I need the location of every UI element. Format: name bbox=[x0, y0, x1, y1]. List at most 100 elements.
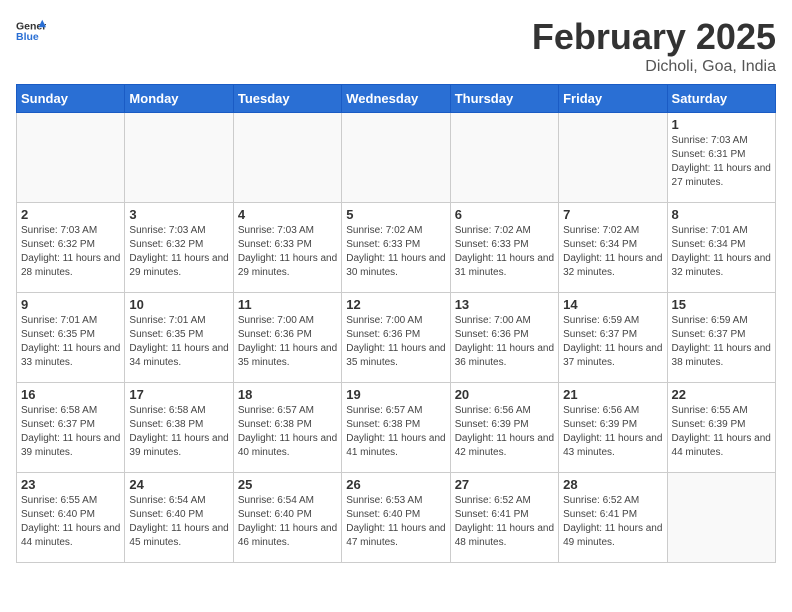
day-info: Sunrise: 6:56 AM Sunset: 6:39 PM Dayligh… bbox=[563, 404, 662, 460]
calendar-cell: 23 Sunrise: 6:55 AM Sunset: 6:40 PM Dayli… bbox=[17, 473, 125, 563]
calendar-cell: 6 Sunrise: 7:02 AM Sunset: 6:33 PM Daylig… bbox=[450, 203, 558, 293]
calendar-week-row: 9 Sunrise: 7:01 AM Sunset: 6:35 PM Daylig… bbox=[17, 293, 776, 383]
logo-icon: General Blue bbox=[16, 16, 46, 46]
calendar-cell: 26 Sunrise: 6:53 AM Sunset: 6:40 PM Dayli… bbox=[342, 473, 450, 563]
day-number: 13 bbox=[455, 297, 554, 312]
calendar-cell bbox=[17, 113, 125, 203]
day-header-tuesday: Tuesday bbox=[233, 85, 341, 113]
title-block: February 2025 Dicholi, Goa, India bbox=[532, 16, 776, 76]
svg-text:Blue: Blue bbox=[16, 31, 39, 43]
day-number: 23 bbox=[21, 477, 120, 492]
day-number: 2 bbox=[21, 207, 120, 222]
calendar-cell: 25 Sunrise: 6:54 AM Sunset: 6:40 PM Dayli… bbox=[233, 473, 341, 563]
day-info: Sunrise: 7:03 AM Sunset: 6:33 PM Dayligh… bbox=[238, 224, 337, 280]
day-number: 25 bbox=[238, 477, 337, 492]
day-info: Sunrise: 7:02 AM Sunset: 6:34 PM Dayligh… bbox=[563, 224, 662, 280]
calendar-week-row: 1 Sunrise: 7:03 AM Sunset: 6:31 PM Daylig… bbox=[17, 113, 776, 203]
day-number: 5 bbox=[346, 207, 445, 222]
calendar-cell: 2 Sunrise: 7:03 AM Sunset: 6:32 PM Daylig… bbox=[17, 203, 125, 293]
day-info: Sunrise: 6:52 AM Sunset: 6:41 PM Dayligh… bbox=[563, 494, 662, 550]
day-number: 4 bbox=[238, 207, 337, 222]
day-info: Sunrise: 6:56 AM Sunset: 6:39 PM Dayligh… bbox=[455, 404, 554, 460]
calendar-cell: 13 Sunrise: 7:00 AM Sunset: 6:36 PM Dayli… bbox=[450, 293, 558, 383]
day-number: 9 bbox=[21, 297, 120, 312]
day-info: Sunrise: 7:00 AM Sunset: 6:36 PM Dayligh… bbox=[238, 314, 337, 370]
day-number: 26 bbox=[346, 477, 445, 492]
day-info: Sunrise: 7:00 AM Sunset: 6:36 PM Dayligh… bbox=[455, 314, 554, 370]
calendar-cell: 5 Sunrise: 7:02 AM Sunset: 6:33 PM Daylig… bbox=[342, 203, 450, 293]
day-number: 17 bbox=[129, 387, 228, 402]
day-header-monday: Monday bbox=[125, 85, 233, 113]
day-info: Sunrise: 7:03 AM Sunset: 6:31 PM Dayligh… bbox=[672, 134, 771, 190]
day-number: 16 bbox=[21, 387, 120, 402]
day-info: Sunrise: 6:55 AM Sunset: 6:40 PM Dayligh… bbox=[21, 494, 120, 550]
calendar-cell bbox=[125, 113, 233, 203]
calendar-cell: 20 Sunrise: 6:56 AM Sunset: 6:39 PM Dayli… bbox=[450, 383, 558, 473]
logo: General Blue bbox=[16, 16, 46, 46]
day-number: 10 bbox=[129, 297, 228, 312]
month-title: February 2025 bbox=[532, 16, 776, 58]
calendar-week-row: 23 Sunrise: 6:55 AM Sunset: 6:40 PM Dayli… bbox=[17, 473, 776, 563]
calendar-week-row: 16 Sunrise: 6:58 AM Sunset: 6:37 PM Dayli… bbox=[17, 383, 776, 473]
day-header-sunday: Sunday bbox=[17, 85, 125, 113]
day-info: Sunrise: 7:02 AM Sunset: 6:33 PM Dayligh… bbox=[455, 224, 554, 280]
day-number: 20 bbox=[455, 387, 554, 402]
day-number: 27 bbox=[455, 477, 554, 492]
calendar-table: SundayMondayTuesdayWednesdayThursdayFrid… bbox=[16, 84, 776, 563]
calendar-cell bbox=[450, 113, 558, 203]
day-info: Sunrise: 6:57 AM Sunset: 6:38 PM Dayligh… bbox=[238, 404, 337, 460]
calendar-cell: 1 Sunrise: 7:03 AM Sunset: 6:31 PM Daylig… bbox=[667, 113, 775, 203]
day-info: Sunrise: 7:03 AM Sunset: 6:32 PM Dayligh… bbox=[21, 224, 120, 280]
day-info: Sunrise: 6:52 AM Sunset: 6:41 PM Dayligh… bbox=[455, 494, 554, 550]
day-info: Sunrise: 6:59 AM Sunset: 6:37 PM Dayligh… bbox=[672, 314, 771, 370]
day-number: 3 bbox=[129, 207, 228, 222]
calendar-cell bbox=[559, 113, 667, 203]
calendar-cell: 17 Sunrise: 6:58 AM Sunset: 6:38 PM Dayli… bbox=[125, 383, 233, 473]
day-info: Sunrise: 7:02 AM Sunset: 6:33 PM Dayligh… bbox=[346, 224, 445, 280]
calendar-cell bbox=[233, 113, 341, 203]
day-number: 19 bbox=[346, 387, 445, 402]
day-number: 6 bbox=[455, 207, 554, 222]
calendar-cell: 12 Sunrise: 7:00 AM Sunset: 6:36 PM Dayli… bbox=[342, 293, 450, 383]
calendar-cell: 9 Sunrise: 7:01 AM Sunset: 6:35 PM Daylig… bbox=[17, 293, 125, 383]
day-number: 24 bbox=[129, 477, 228, 492]
day-header-wednesday: Wednesday bbox=[342, 85, 450, 113]
calendar-cell: 24 Sunrise: 6:54 AM Sunset: 6:40 PM Dayli… bbox=[125, 473, 233, 563]
day-info: Sunrise: 6:53 AM Sunset: 6:40 PM Dayligh… bbox=[346, 494, 445, 550]
day-number: 22 bbox=[672, 387, 771, 402]
calendar-cell: 16 Sunrise: 6:58 AM Sunset: 6:37 PM Dayli… bbox=[17, 383, 125, 473]
calendar-cell: 11 Sunrise: 7:00 AM Sunset: 6:36 PM Dayli… bbox=[233, 293, 341, 383]
calendar-cell: 27 Sunrise: 6:52 AM Sunset: 6:41 PM Dayli… bbox=[450, 473, 558, 563]
day-number: 1 bbox=[672, 117, 771, 132]
day-info: Sunrise: 6:54 AM Sunset: 6:40 PM Dayligh… bbox=[129, 494, 228, 550]
day-header-friday: Friday bbox=[559, 85, 667, 113]
calendar-cell: 28 Sunrise: 6:52 AM Sunset: 6:41 PM Dayli… bbox=[559, 473, 667, 563]
day-number: 28 bbox=[563, 477, 662, 492]
day-number: 15 bbox=[672, 297, 771, 312]
day-number: 7 bbox=[563, 207, 662, 222]
day-info: Sunrise: 6:58 AM Sunset: 6:38 PM Dayligh… bbox=[129, 404, 228, 460]
calendar-cell: 18 Sunrise: 6:57 AM Sunset: 6:38 PM Dayli… bbox=[233, 383, 341, 473]
day-info: Sunrise: 7:01 AM Sunset: 6:34 PM Dayligh… bbox=[672, 224, 771, 280]
calendar-cell: 3 Sunrise: 7:03 AM Sunset: 6:32 PM Daylig… bbox=[125, 203, 233, 293]
day-number: 18 bbox=[238, 387, 337, 402]
calendar-cell: 4 Sunrise: 7:03 AM Sunset: 6:33 PM Daylig… bbox=[233, 203, 341, 293]
page-header: General Blue February 2025 Dicholi, Goa,… bbox=[16, 16, 776, 76]
day-number: 12 bbox=[346, 297, 445, 312]
calendar-cell: 21 Sunrise: 6:56 AM Sunset: 6:39 PM Dayli… bbox=[559, 383, 667, 473]
day-info: Sunrise: 7:01 AM Sunset: 6:35 PM Dayligh… bbox=[129, 314, 228, 370]
calendar-cell: 22 Sunrise: 6:55 AM Sunset: 6:39 PM Dayli… bbox=[667, 383, 775, 473]
day-number: 11 bbox=[238, 297, 337, 312]
day-info: Sunrise: 6:58 AM Sunset: 6:37 PM Dayligh… bbox=[21, 404, 120, 460]
day-info: Sunrise: 7:00 AM Sunset: 6:36 PM Dayligh… bbox=[346, 314, 445, 370]
calendar-cell: 10 Sunrise: 7:01 AM Sunset: 6:35 PM Dayli… bbox=[125, 293, 233, 383]
location-title: Dicholi, Goa, India bbox=[532, 58, 776, 76]
day-info: Sunrise: 6:54 AM Sunset: 6:40 PM Dayligh… bbox=[238, 494, 337, 550]
day-number: 21 bbox=[563, 387, 662, 402]
day-info: Sunrise: 7:03 AM Sunset: 6:32 PM Dayligh… bbox=[129, 224, 228, 280]
calendar-header-row: SundayMondayTuesdayWednesdayThursdayFrid… bbox=[17, 85, 776, 113]
calendar-cell: 15 Sunrise: 6:59 AM Sunset: 6:37 PM Dayli… bbox=[667, 293, 775, 383]
day-info: Sunrise: 6:55 AM Sunset: 6:39 PM Dayligh… bbox=[672, 404, 771, 460]
day-info: Sunrise: 7:01 AM Sunset: 6:35 PM Dayligh… bbox=[21, 314, 120, 370]
calendar-week-row: 2 Sunrise: 7:03 AM Sunset: 6:32 PM Daylig… bbox=[17, 203, 776, 293]
